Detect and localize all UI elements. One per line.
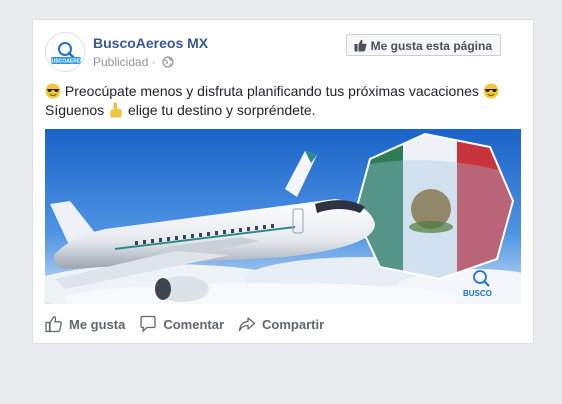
sponsored-post-card: BUSCOAEREO BuscoAereos MX Publicidad · M…: [32, 19, 534, 344]
comment-button[interactable]: Comentar: [139, 315, 224, 333]
page-avatar[interactable]: BUSCOAEREO: [45, 32, 85, 72]
post-text-line-2-a: Síguenos: [45, 102, 109, 118]
sponsored-label[interactable]: Publicidad: [93, 55, 148, 69]
meta-separator: ·: [151, 55, 156, 69]
like-button-label: Me gusta: [69, 316, 126, 332]
sunglasses-emoji-icon: [483, 83, 499, 99]
post-text-line-1-text: Preocúpate menos y disfruta planificando…: [61, 83, 483, 99]
share-icon: [238, 317, 256, 332]
share-button[interactable]: Compartir: [238, 315, 324, 333]
like-page-button-label: Me gusta esta página: [370, 39, 492, 53]
pointing-hand-emoji-icon: [110, 102, 122, 118]
post-text-line-2-b: elige tu destino y sorpréndete.: [124, 102, 316, 118]
ad-image[interactable]: BUSCO: [45, 129, 521, 304]
comment-icon: [140, 315, 156, 333]
page-logo-icon: BUSCOAEREO: [47, 34, 84, 71]
avatar-logo-text: BUSCOAEREO: [48, 59, 84, 65]
like-button[interactable]: Me gusta: [45, 315, 125, 333]
thumbs-up-icon: [354, 39, 367, 52]
post-text: Preocúpate menos y disfruta planificando…: [45, 82, 525, 120]
globe-icon[interactable]: [162, 56, 174, 68]
share-button-label: Compartir: [262, 316, 325, 332]
like-page-button[interactable]: Me gusta esta página: [345, 34, 501, 56]
sunglasses-emoji-icon: [45, 83, 61, 99]
image-watermark-text: BUSCO: [463, 289, 492, 298]
post-actions: Me gusta Comentar Compartir: [45, 312, 338, 336]
post-text-line-2: Síguenos elige tu destino y sorpréndete.: [45, 101, 525, 120]
comment-button-label: Comentar: [163, 316, 225, 332]
thumbs-up-icon: [45, 316, 62, 333]
post-text-line-1: Preocúpate menos y disfruta planificando…: [45, 82, 525, 101]
post-meta: Publicidad ·: [93, 55, 174, 69]
airplane-mexico-flag-image: BUSCO: [45, 129, 521, 304]
page-name-link[interactable]: BuscoAereos MX: [93, 35, 208, 51]
